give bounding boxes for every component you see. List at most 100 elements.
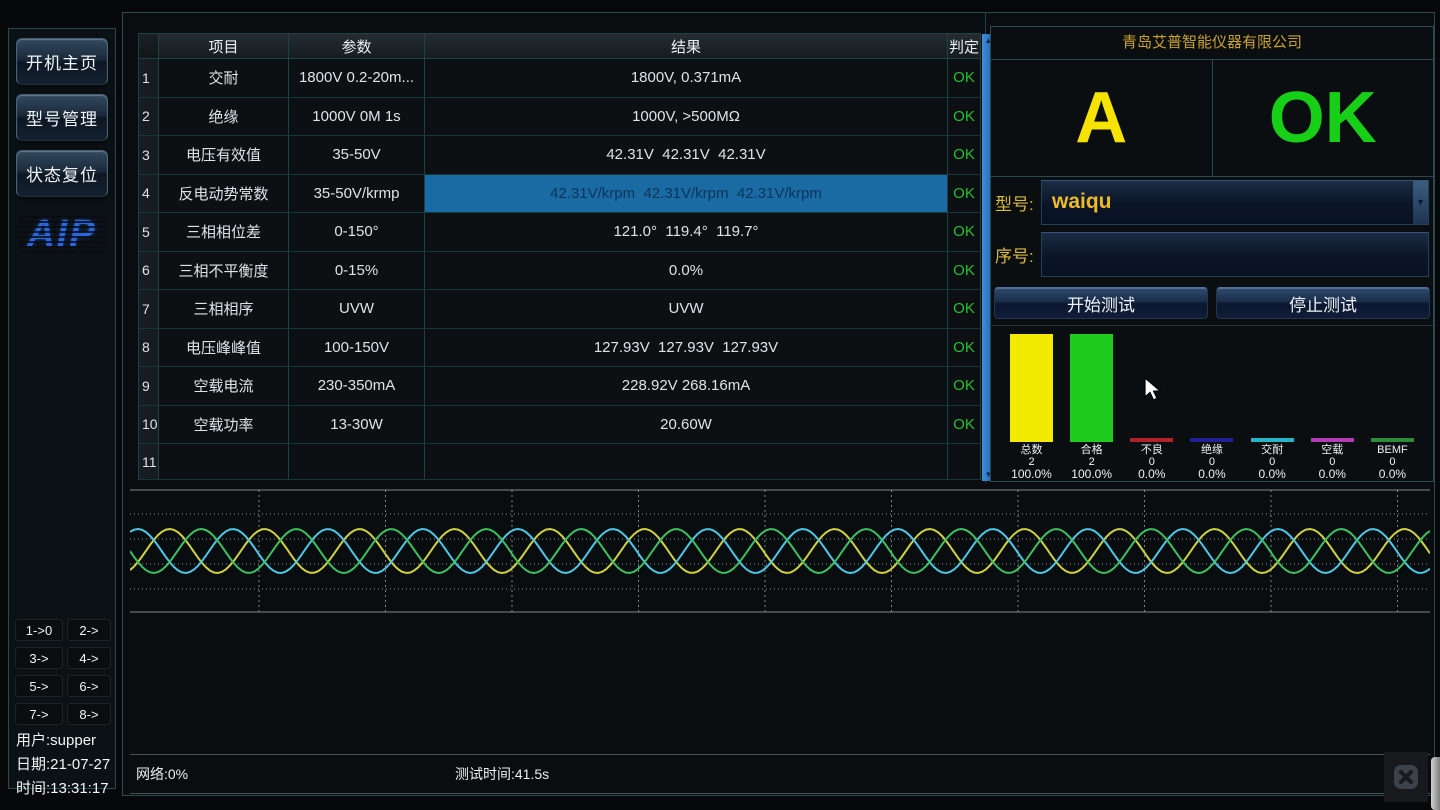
stat-category-label: BEMF: [1377, 445, 1408, 456]
grade-status-row: A OK: [991, 60, 1433, 177]
grade-value: A: [991, 60, 1213, 176]
stat-group-7: BEMF00.0%: [1364, 332, 1421, 481]
test-parameter: UVW: [289, 290, 425, 329]
row-number: 9: [139, 367, 159, 406]
nav-button-group: 开机主页型号管理状态复位: [9, 38, 115, 197]
edge-scroll-thumb[interactable]: [1431, 757, 1440, 810]
test-parameter: 100-150V: [289, 329, 425, 368]
aip-logo: AIP: [19, 213, 105, 256]
row-number: 1: [139, 59, 159, 98]
table-row[interactable]: 1交耐1800V 0.2-20m...1800V, 0.371mAOK: [139, 59, 981, 98]
test-parameter: 0-15%: [289, 252, 425, 291]
model-select[interactable]: waiqu ▼: [1041, 180, 1429, 225]
test-result: 1000V, >500MΩ: [425, 98, 948, 137]
stat-category-label: 不良: [1141, 445, 1163, 456]
channel-button-8[interactable]: 8->: [67, 703, 111, 725]
network-status: 网络:0%: [136, 764, 188, 784]
test-result: 121.0° 119.4° 119.7°: [425, 213, 948, 252]
channel-button-4[interactable]: 4->: [67, 647, 111, 669]
judge-result: [948, 444, 981, 480]
nav-button-3[interactable]: 状态复位: [16, 150, 108, 197]
user-label: 用户:supper: [16, 729, 110, 753]
test-button-row: 开始测试 停止测试: [991, 281, 1433, 325]
stat-percent: 0.0%: [1379, 468, 1406, 481]
table-row[interactable]: 11: [139, 444, 981, 480]
table-row[interactable]: 10空载功率13-30W20.60WOK: [139, 406, 981, 445]
judge-result: OK: [948, 59, 981, 98]
table-row[interactable]: 5三相相位差0-150°121.0° 119.4° 119.7°OK: [139, 213, 981, 252]
table-row[interactable]: 8电压峰峰值100-150V127.93V 127.93V 127.93VOK: [139, 329, 981, 368]
channel-button-3[interactable]: 3->: [15, 647, 63, 669]
test-parameter: 230-350mA: [289, 367, 425, 406]
stat-percent: 0.0%: [1138, 468, 1165, 481]
stat-percent: 100.0%: [1071, 468, 1112, 481]
nav-button-2[interactable]: 型号管理: [16, 94, 108, 141]
test-item-name: 空载电流: [159, 367, 289, 406]
judge-result: OK: [948, 406, 981, 445]
channel-button-7[interactable]: 7->: [15, 703, 63, 725]
test-item-name: 三相不平衡度: [159, 252, 289, 291]
channel-button-1[interactable]: 1->0: [15, 619, 63, 641]
stat-group-1: 总数2100.0%: [1003, 332, 1060, 481]
table-row[interactable]: 2绝缘1000V 0M 1s1000V, >500MΩOK: [139, 98, 981, 137]
stat-group-6: 空载00.0%: [1304, 332, 1361, 481]
test-parameter: 1000V 0M 1s: [289, 98, 425, 137]
stat-category-label: 合格: [1081, 445, 1103, 456]
test-item-name: 三相相位差: [159, 213, 289, 252]
test-status-value: OK: [1213, 60, 1434, 176]
stat-bar-wrap: [1251, 332, 1294, 442]
test-parameter: 35-50V: [289, 136, 425, 175]
channel-button-5[interactable]: 5->: [15, 675, 63, 697]
test-parameter: 1800V 0.2-20m...: [289, 59, 425, 98]
stat-bar: [1251, 438, 1294, 442]
start-test-button[interactable]: 开始测试: [994, 287, 1208, 319]
status-bar: 网络:0% 测试时间:41.5s: [130, 754, 1430, 794]
test-result: UVW: [425, 290, 948, 329]
table-row[interactable]: 6三相不平衡度0-15%0.0%OK: [139, 252, 981, 291]
stat-bar: [1311, 438, 1354, 442]
column-header: 参数: [289, 34, 425, 59]
column-header: 项目: [159, 34, 289, 59]
stat-bar: [1371, 438, 1414, 442]
test-result: 20.60W: [425, 406, 948, 445]
table-row[interactable]: 4反电动势常数35-50V/krmp42.31V/krpm 42.31V/krp…: [139, 175, 981, 214]
media-player-overlay-button[interactable]: [1384, 752, 1428, 802]
row-number: 2: [139, 98, 159, 137]
stat-bar-wrap: [1130, 332, 1173, 442]
column-header: 判定: [948, 34, 981, 59]
table-row[interactable]: 9空载电流230-350mA228.92V 268.16mAOK: [139, 367, 981, 406]
column-header: 结果: [425, 34, 948, 59]
stat-percent: 100.0%: [1011, 468, 1052, 481]
channel-button-6[interactable]: 6->: [67, 675, 111, 697]
column-header: [139, 34, 159, 59]
stat-category-label: 总数: [1021, 445, 1043, 456]
stat-bar: [1130, 438, 1173, 442]
table-row[interactable]: 7三相相序UVWUVWOK: [139, 290, 981, 329]
test-result: 0.0%: [425, 252, 948, 291]
player-logo-icon: [1392, 763, 1420, 791]
stat-bar: [1190, 438, 1233, 442]
stat-group-2: 合格2100.0%: [1063, 332, 1120, 481]
test-time-status: 测试时间:41.5s: [455, 764, 549, 784]
stop-test-button[interactable]: 停止测试: [1216, 287, 1430, 319]
waveform-panel: [130, 484, 1430, 614]
stat-percent: 0.0%: [1198, 468, 1225, 481]
table-row[interactable]: 3电压有效值35-50V42.31V 42.31V 42.31VOK: [139, 136, 981, 175]
judge-result: OK: [948, 329, 981, 368]
judge-result: OK: [948, 290, 981, 329]
row-number: 10: [139, 406, 159, 445]
stat-bar-wrap: [1070, 332, 1113, 442]
test-item-name: [159, 444, 289, 480]
test-control-panel: 青岛艾普智能仪器有限公司 A OK 型号: waiqu ▼ 序号: 开始测试 停…: [990, 26, 1434, 482]
stat-percent: 0.0%: [1319, 468, 1346, 481]
stat-bar: [1070, 334, 1113, 442]
stat-percent: 0.0%: [1258, 468, 1285, 481]
nav-button-1[interactable]: 开机主页: [16, 38, 108, 85]
channel-button-2[interactable]: 2->: [67, 619, 111, 641]
chevron-down-icon[interactable]: ▼: [1413, 181, 1428, 224]
stat-bar-wrap: [1190, 332, 1233, 442]
test-result: [425, 444, 948, 480]
test-parameter: 13-30W: [289, 406, 425, 445]
test-item-name: 交耐: [159, 59, 289, 98]
serial-input[interactable]: [1041, 232, 1429, 277]
